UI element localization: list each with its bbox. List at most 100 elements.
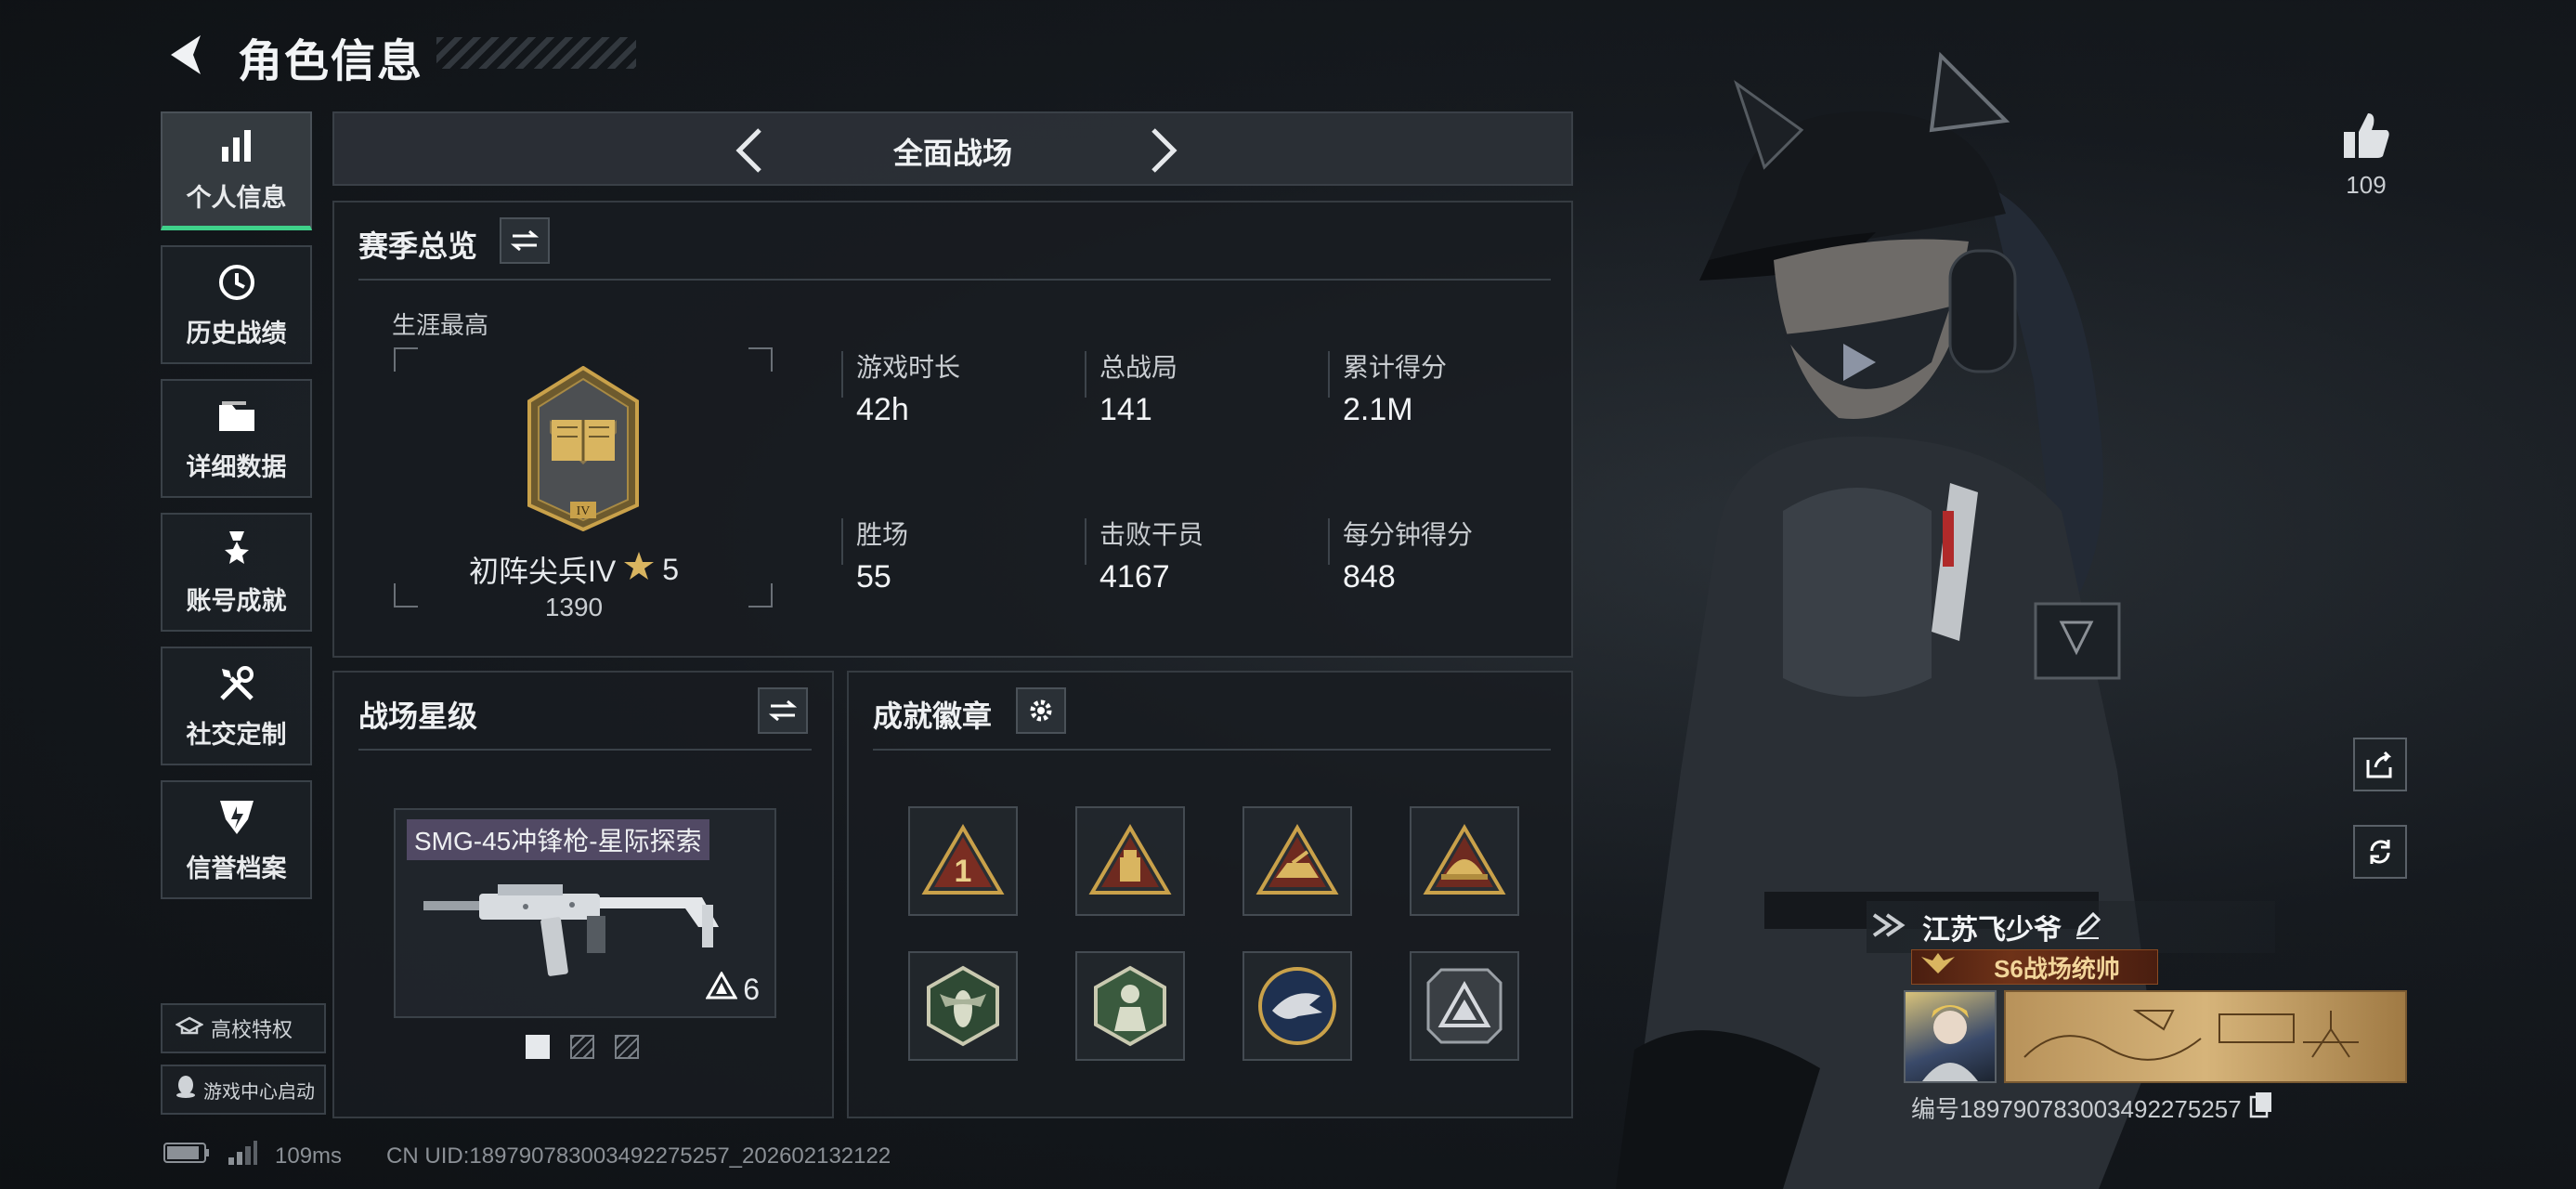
rank-stars: 5 (662, 552, 680, 586)
name-card-banner[interactable] (2004, 990, 2407, 1083)
achievement-medal-icon (215, 529, 258, 571)
player-id-row: 编号1897907830034922752​57 (1911, 1091, 2273, 1125)
next-mode-button[interactable] (1135, 124, 1187, 176)
nav-item-label: 历史战绩 (186, 319, 287, 347)
stat-label-playtime: 游戏时长 (856, 353, 961, 382)
season-overview-panel: 赛季总览 生涯最高 IV 初阵尖兵IV 5 1390 游戏时长 42h 总战局 … (332, 201, 1573, 658)
frame-corner (748, 583, 773, 608)
nav-item-achievements[interactable]: 账号成就 (161, 513, 312, 632)
qq-penguin-icon (176, 1075, 196, 1104)
eagle-wings-icon (1919, 951, 1957, 984)
stat-divider (1328, 518, 1330, 565)
page-title: 角色信息 (238, 37, 424, 86)
ping-value: 109ms (275, 1143, 343, 1169)
badge-helmet-icon[interactable] (1410, 806, 1519, 916)
school-privilege-label: 高校特权 (211, 1018, 293, 1041)
share-button[interactable] (2353, 738, 2407, 791)
stat-divider (1328, 351, 1330, 398)
player-id-text: 编号1897907830034922752​57 (1911, 1095, 2242, 1123)
nav-item-label: 账号成就 (186, 586, 287, 615)
nav-item-details[interactable]: 详细数据 (161, 379, 312, 498)
refresh-icon (2370, 840, 2390, 864)
mode-title: 全面战场 (892, 137, 1012, 170)
stat-value-total-score: 2.1M (1343, 392, 1413, 427)
stat-label-wins: 胜场 (856, 520, 909, 549)
star-level-title: 战场星级 (358, 699, 478, 733)
thumbs-up-icon (2344, 113, 2389, 158)
swap-arrows-icon (511, 229, 539, 252)
rank-line: 初阵尖兵IV 5 (414, 548, 734, 591)
page-dot[interactable] (615, 1035, 639, 1059)
player-name: 江苏飞少爷 (1922, 915, 2062, 946)
star-level-panel: 战场星级 SMG-45冲锋枪-星际探索 6 (332, 671, 834, 1118)
stat-value-playtime: 42h (856, 392, 909, 427)
badge-fortress-icon[interactable] (1075, 806, 1185, 916)
title-tag: S6战场统帅 (1911, 949, 2158, 985)
weapon-level-value: 6 (743, 972, 760, 1006)
nav-item-history[interactable]: 历史战绩 (161, 245, 312, 364)
page-dot-active[interactable] (526, 1035, 550, 1059)
badge-rank-one-icon[interactable]: 1 (908, 806, 1018, 916)
title-decoration (436, 37, 636, 69)
badges-settings-button[interactable] (1016, 687, 1066, 734)
badge-wasp-icon[interactable] (908, 951, 1018, 1061)
rank-name: 初阵尖兵IV (468, 555, 617, 588)
stat-label-total-score: 累计得分 (1343, 353, 1448, 382)
folder-icon (215, 395, 258, 438)
gear-icon (1030, 699, 1052, 722)
nav-item-social[interactable]: 社交定制 (161, 647, 312, 765)
achievement-badges-panel: 成就徽章 1 (847, 671, 1573, 1118)
season-title: 赛季总览 (358, 229, 478, 263)
star-icon (623, 550, 655, 589)
level-triangle-icon (705, 970, 738, 1007)
svg-text:IV: IV (577, 504, 591, 518)
stat-value-score-per-min: 848 (1343, 559, 1396, 594)
nav-item-label: 社交定制 (186, 720, 287, 749)
player-avatar[interactable] (1904, 990, 1997, 1083)
career-best-label: 生涯最高 (392, 311, 489, 339)
smg-weapon-image (423, 868, 739, 984)
copy-icon (2249, 1092, 2271, 1118)
badge-vehicle-icon[interactable] (1242, 806, 1352, 916)
bar-chart-icon (215, 125, 258, 168)
pencil-icon (2075, 911, 2101, 939)
badge-soldier-icon[interactable] (1075, 951, 1185, 1061)
edit-name-button[interactable] (2073, 910, 2102, 945)
badge-pyramid-icon[interactable] (1410, 951, 1519, 1061)
divider (358, 749, 812, 751)
season-switch-button[interactable] (500, 217, 550, 264)
weapon-level: 6 (705, 970, 760, 1007)
history-clock-icon (215, 261, 258, 304)
back-button[interactable] (162, 28, 215, 82)
rank-points: 1390 (544, 593, 604, 621)
divider (358, 279, 1551, 281)
status-bar: 109ms CN UID:1897907830034922752​57_2026… (163, 1139, 891, 1173)
stat-label-kills: 击败干员 (1099, 520, 1204, 549)
page-dot[interactable] (570, 1035, 594, 1059)
copy-id-button[interactable] (2249, 1091, 2273, 1125)
game-center-label: 游戏中心启动 (203, 1081, 315, 1103)
nav-item-personal-info[interactable]: 个人信息 (161, 111, 312, 230)
refresh-button[interactable] (2353, 825, 2407, 879)
badges-title: 成就徽章 (873, 699, 993, 733)
weapon-name: SMG-45冲锋枪-星际探索 (407, 819, 709, 860)
like-button[interactable]: 109 (2340, 110, 2392, 200)
stat-divider (841, 351, 843, 398)
share-icon (2366, 751, 2392, 778)
star-level-switch-button[interactable] (758, 687, 808, 734)
school-privilege-button[interactable]: 高校特权 (161, 1003, 326, 1053)
nav-item-credit[interactable]: 信誉档案 (161, 780, 312, 899)
stat-value-wins: 55 (856, 559, 891, 594)
game-center-button[interactable]: 游戏中心启动 (161, 1065, 326, 1115)
signal-icon (227, 1139, 258, 1173)
player-name-row: 江苏飞少爷 (1867, 901, 2275, 953)
tools-icon (215, 662, 258, 705)
badge-eagle-icon[interactable] (1242, 951, 1352, 1061)
battery-icon (163, 1141, 210, 1171)
stat-divider (1085, 351, 1086, 398)
chevrons-icon (1870, 909, 1911, 946)
likes-count: 109 (2346, 171, 2387, 199)
back-arrow-icon (171, 35, 201, 74)
weapon-card[interactable]: SMG-45冲锋枪-星际探索 6 (394, 808, 776, 1018)
page-indicator (526, 1035, 639, 1059)
